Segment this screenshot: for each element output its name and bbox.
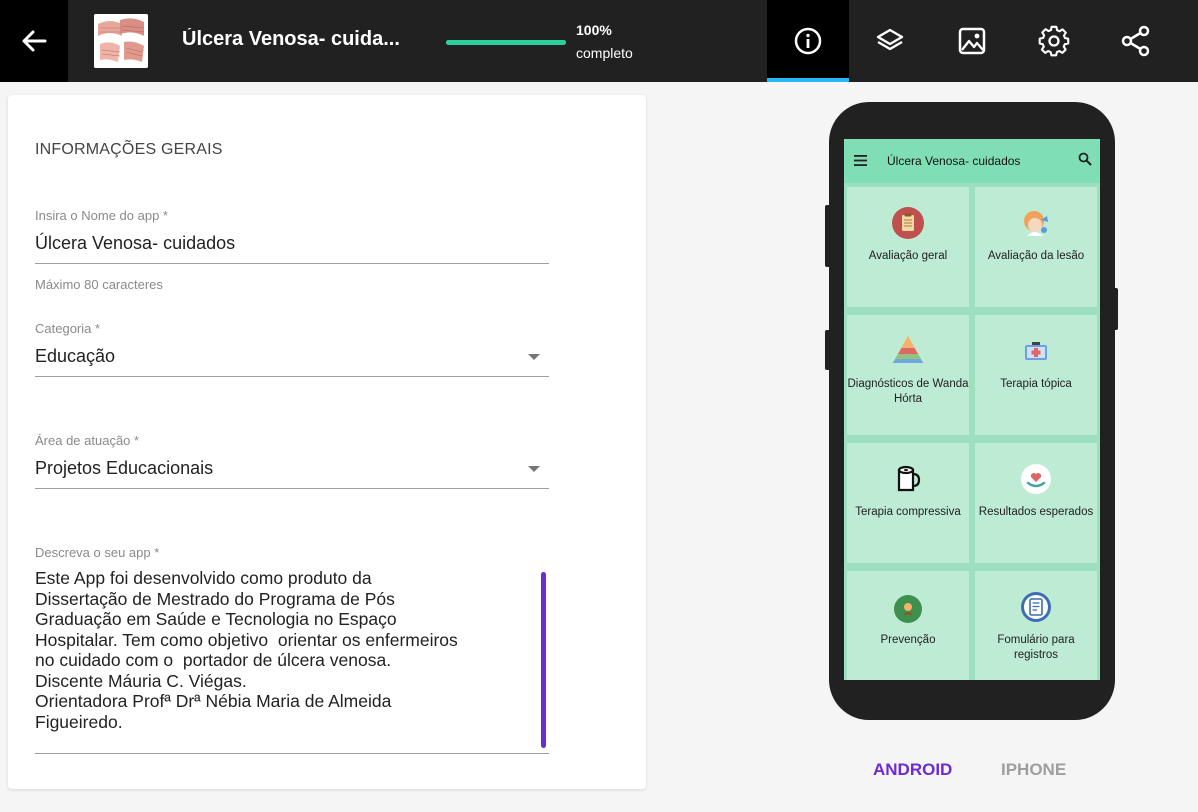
tile-formulario[interactable]: Fomulário para registros — [975, 571, 1097, 680]
app-title: Úlcera Venosa- cuida... — [182, 28, 400, 50]
info-icon — [794, 27, 822, 55]
general-info-card: INFORMAÇÕES GERAIS Insira o Nome do app … — [8, 95, 646, 789]
progress-percent: 100% — [576, 22, 612, 38]
tile-label: Fomulário para registros — [997, 634, 1075, 661]
tile-label: Avaliação da lesão — [987, 250, 1085, 262]
image-icon — [958, 27, 986, 55]
description-textarea[interactable]: Este App foi desenvolvido como produto d… — [35, 568, 540, 732]
description-label: Descreva o seu app * — [35, 545, 160, 560]
tile-terapia-compressiva[interactable]: Terapia compressiva — [847, 443, 969, 563]
phone-screen: Úlcera Venosa- cuidados Avaliação geral … — [844, 139, 1100, 680]
tile-label: Terapia compressiva — [855, 506, 961, 518]
area-dropdown-icon[interactable] — [528, 466, 540, 472]
area-underline — [35, 488, 549, 489]
clipboard-icon — [892, 207, 924, 239]
menu-icon[interactable] — [854, 155, 867, 166]
phone-preview: Úlcera Venosa- cuidados Avaliação geral … — [829, 102, 1115, 720]
category-select[interactable]: Educação — [35, 346, 555, 367]
name-label: Insira o Nome do app * — [35, 208, 168, 223]
description-underline — [35, 753, 549, 754]
back-button[interactable] — [0, 0, 68, 82]
preview-appbar: Úlcera Venosa- cuidados — [844, 139, 1100, 183]
layers-icon — [876, 28, 904, 51]
tile-prevencao[interactable]: Prevenção — [847, 571, 969, 680]
share-icon — [1121, 25, 1150, 57]
tile-label: Resultados esperados — [978, 506, 1094, 518]
android-tab[interactable]: ANDROID — [873, 760, 952, 780]
progress-fill — [446, 40, 566, 45]
medical-kit-icon — [1025, 342, 1047, 360]
tab-image[interactable] — [931, 0, 1013, 82]
tile-terapia-topica[interactable]: Terapia tópica — [975, 315, 1097, 435]
tile-label: Prevenção — [880, 634, 936, 646]
iphone-tab[interactable]: IPHONE — [1001, 760, 1066, 780]
area-label: Área de atuação * — [35, 433, 140, 448]
category-label: Categoria * — [35, 321, 101, 336]
settings-icon — [1038, 25, 1070, 57]
name-helper: Máximo 80 caracteres — [35, 277, 163, 292]
category-underline — [35, 376, 549, 377]
description-scrollbar[interactable] — [541, 572, 546, 748]
tile-label: Avaliação geral — [868, 250, 948, 262]
tile-label: Terapia tópica — [1000, 378, 1072, 390]
tab-settings[interactable] — [1013, 0, 1095, 82]
search-icon[interactable] — [1078, 152, 1092, 166]
tile-avaliacao-geral[interactable]: Avaliação geral — [847, 187, 969, 307]
area-select[interactable]: Projetos Educacionais — [35, 458, 555, 479]
form-icon — [1021, 592, 1051, 622]
tab-layers[interactable] — [849, 0, 931, 82]
progress-bar — [446, 40, 566, 45]
name-underline — [35, 263, 549, 264]
heart-hand-icon — [1021, 464, 1051, 494]
name-input[interactable]: Úlcera Venosa- cuidados — [35, 233, 235, 254]
tile-resultados[interactable]: Resultados esperados — [975, 443, 1097, 563]
tile-diagnosticos[interactable]: Diagnósticos de Wanda Hórta — [847, 315, 969, 435]
section-title: INFORMAÇÕES GERAIS — [35, 141, 223, 158]
top-bar: Úlcera Venosa- cuida... 100% completo — [0, 0, 1198, 82]
arrow-left-icon — [22, 30, 47, 52]
tile-label: Diagnósticos de Wanda Hórta — [847, 378, 969, 405]
category-dropdown-icon[interactable] — [528, 354, 540, 360]
nurse-icon — [1024, 211, 1048, 236]
tile-avaliacao-lesao[interactable]: Avaliação da lesão — [975, 187, 1097, 307]
tab-share[interactable] — [1095, 0, 1177, 82]
pyramid-icon — [893, 336, 923, 363]
tab-info[interactable] — [767, 0, 849, 82]
progress-label: completo — [576, 45, 633, 61]
preview-title: Úlcera Venosa- cuidados — [887, 154, 1021, 168]
bandage-roll-icon — [897, 465, 921, 492]
prevention-icon — [894, 595, 922, 623]
app-thumbnail — [94, 14, 148, 68]
